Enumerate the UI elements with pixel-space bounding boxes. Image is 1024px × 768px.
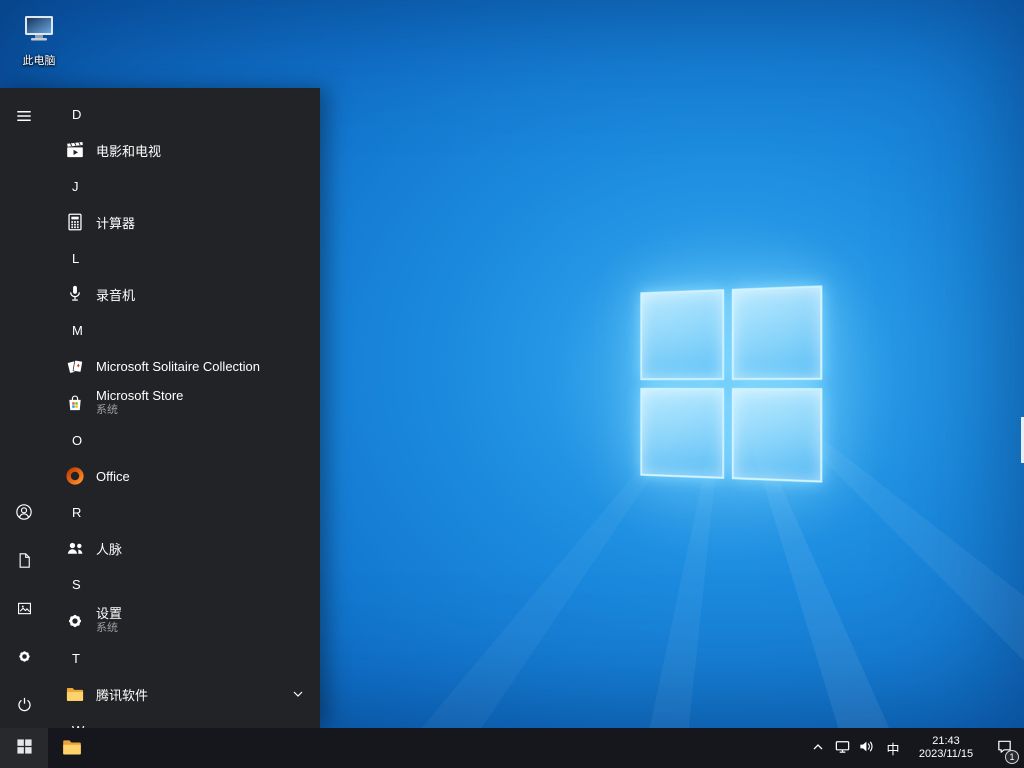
windows-logo-pane — [640, 289, 725, 381]
windows-logo-pane — [731, 388, 823, 483]
start-section-letter-j[interactable]: J — [48, 168, 320, 204]
action-center-button[interactable]: 1 — [984, 728, 1024, 768]
user-account-icon[interactable] — [0, 488, 48, 536]
start-app-solitaire[interactable]: Microsoft Solitaire Collection — [48, 348, 320, 384]
clock-date: 2023/11/15 — [918, 748, 974, 760]
folder-icon — [62, 681, 88, 707]
windows-logo-pane — [640, 387, 725, 479]
show-hidden-icons-button[interactable] — [806, 728, 830, 768]
app-label: Microsoft Solitaire Collection — [96, 358, 261, 374]
people-icon — [62, 535, 88, 561]
settings-gear-icon[interactable] — [0, 632, 48, 680]
pictures-icon[interactable] — [0, 584, 48, 632]
settings-gear-icon — [62, 608, 88, 634]
windows-start-icon — [16, 738, 33, 758]
chevron-up-icon — [811, 740, 825, 757]
network-icon — [834, 738, 851, 758]
start-menu: D 电影和电视 J 计算器 L 录音机 M Microsoft Solitair… — [0, 88, 320, 728]
documents-icon[interactable] — [0, 536, 48, 584]
start-section-letter-l[interactable]: L — [48, 240, 320, 276]
start-app-microsoft-store[interactable]: Microsoft Store 系统 — [48, 384, 320, 422]
start-section-letter-r[interactable]: R — [48, 494, 320, 530]
system-tray: 中 21:43 2023/11/15 1 — [806, 728, 1024, 768]
volume-icon — [858, 738, 875, 758]
chevron-down-icon[interactable] — [292, 688, 304, 700]
power-icon[interactable] — [0, 680, 48, 728]
file-explorer-folder-icon — [60, 735, 84, 762]
start-app-movies-tv[interactable]: 电影和电视 — [48, 132, 320, 168]
taskbar: 中 21:43 2023/11/15 1 — [0, 728, 1024, 768]
start-section-letter-d[interactable]: D — [48, 96, 320, 132]
desktop-icon-label: 此电脑 — [22, 55, 56, 67]
app-label: 设置 — [96, 606, 123, 622]
app-subtitle: 系统 — [96, 622, 118, 635]
start-section-letter-s[interactable]: S — [48, 566, 320, 602]
start-section-letter-m[interactable]: M — [48, 312, 320, 348]
start-menu-app-list: D 电影和电视 J 计算器 L 录音机 M Microsoft Solitair… — [48, 88, 320, 728]
start-button[interactable] — [0, 728, 48, 768]
network-tray-button[interactable] — [830, 728, 854, 768]
app-label: 腾讯软件 — [96, 687, 149, 703]
app-subtitle: 系统 — [96, 404, 118, 417]
voice-recorder-icon — [62, 281, 88, 307]
start-app-people[interactable]: 人脉 — [48, 530, 320, 566]
volume-tray-button[interactable] — [854, 728, 878, 768]
ime-indicator[interactable]: 中 — [878, 728, 908, 768]
start-section-letter-o[interactable]: O — [48, 422, 320, 458]
app-label: Microsoft Store — [96, 388, 184, 404]
start-app-office[interactable]: Office — [48, 458, 320, 494]
store-bag-icon — [62, 390, 88, 416]
office-ring-icon — [62, 463, 88, 489]
start-app-voice-recorder[interactable]: 录音机 — [48, 276, 320, 312]
windows-logo-pane — [731, 285, 823, 380]
hamburger-menu-icon[interactable] — [0, 92, 48, 140]
file-explorer-button[interactable] — [48, 728, 96, 768]
app-label: Office — [96, 468, 130, 484]
windows-logo — [640, 285, 823, 483]
desktop-icon-this-pc[interactable]: 此电脑 — [6, 10, 72, 68]
solitaire-cards-icon — [62, 353, 88, 379]
computer-monitor-icon — [21, 10, 57, 49]
notification-count-badge: 1 — [1005, 750, 1019, 764]
taskbar-clock[interactable]: 21:43 2023/11/15 — [908, 728, 984, 768]
calculator-icon — [62, 209, 88, 235]
app-label: 人脉 — [96, 541, 123, 557]
app-label: 录音机 — [96, 287, 136, 303]
start-app-calculator[interactable]: 计算器 — [48, 204, 320, 240]
app-label: 电影和电视 — [96, 143, 162, 159]
start-menu-rail — [0, 88, 48, 728]
start-app-settings[interactable]: 设置 系统 — [48, 602, 320, 640]
movies-tv-icon — [62, 137, 88, 163]
start-folder-tencent[interactable]: 腾讯软件 — [48, 676, 320, 712]
app-label: 计算器 — [96, 215, 136, 231]
clock-time: 21:43 — [932, 735, 960, 747]
start-section-letter-w[interactable]: W — [48, 712, 320, 729]
start-section-letter-t[interactable]: T — [48, 640, 320, 676]
